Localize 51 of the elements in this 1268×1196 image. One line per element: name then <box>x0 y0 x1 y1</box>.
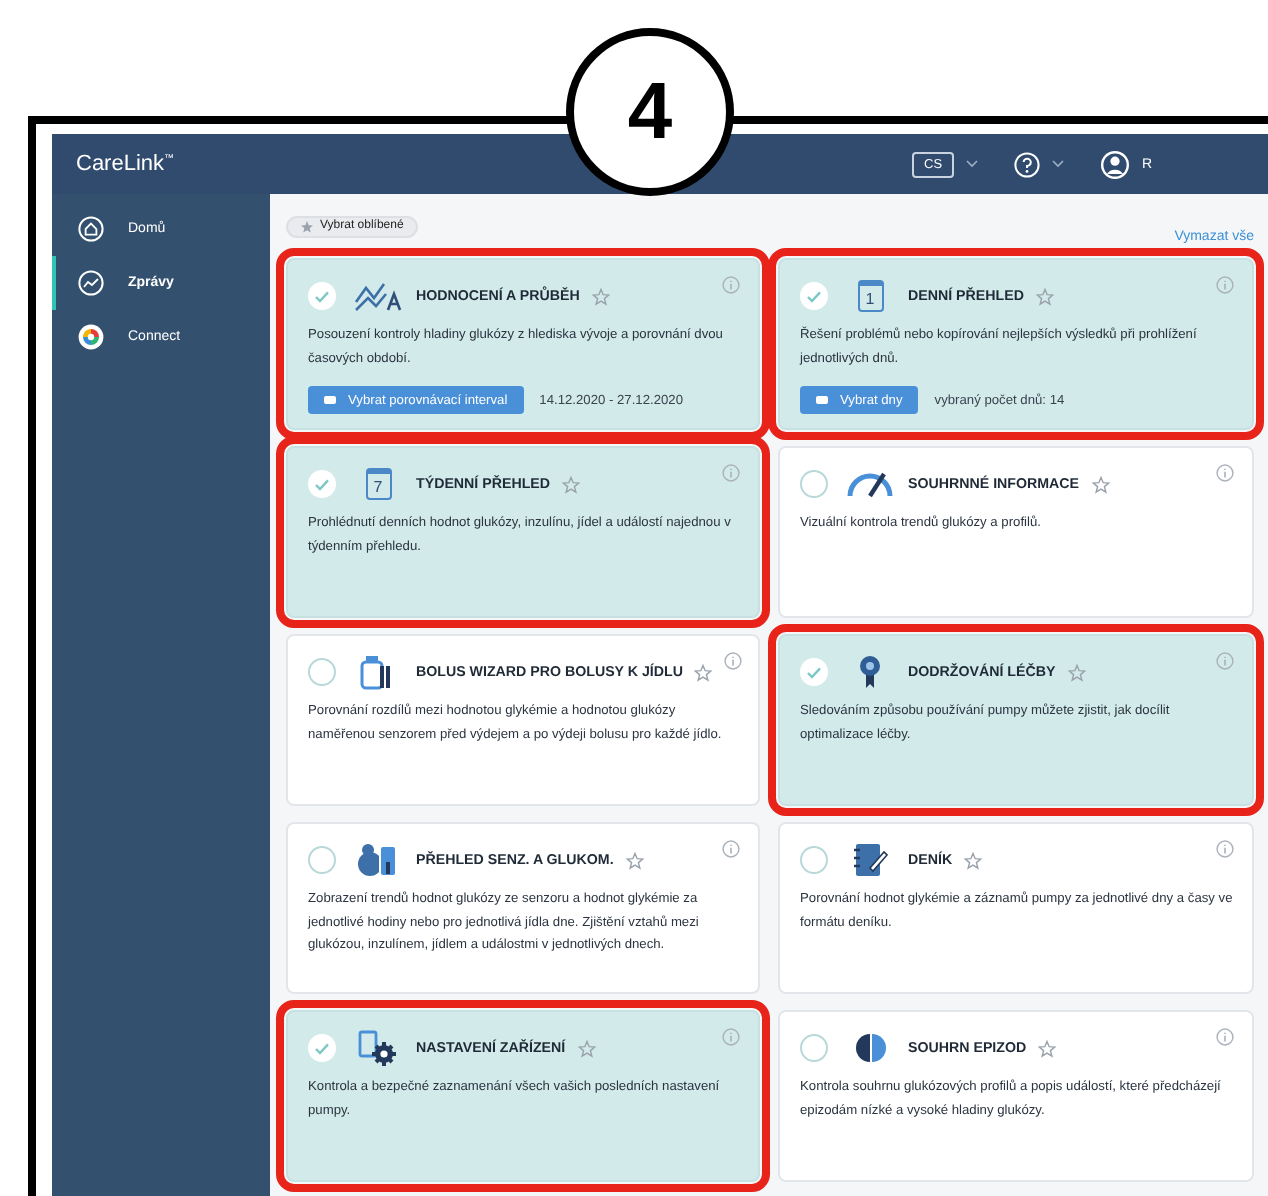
pump-icon <box>360 654 396 690</box>
star-icon[interactable] <box>625 851 644 869</box>
chevron-down-icon[interactable] <box>966 160 979 168</box>
star-icon <box>300 219 314 233</box>
info-icon[interactable] <box>722 276 740 294</box>
star-icon[interactable] <box>591 287 610 305</box>
check-icon <box>314 1041 330 1055</box>
info-icon[interactable] <box>1216 464 1234 482</box>
check-icon <box>314 477 330 491</box>
star-icon[interactable] <box>1067 663 1086 681</box>
info-icon[interactable] <box>1216 276 1234 294</box>
info-icon[interactable] <box>724 652 743 670</box>
select-checkbox[interactable] <box>800 846 828 874</box>
step-number-callout: 4 <box>566 28 734 196</box>
info-icon[interactable] <box>1216 652 1234 670</box>
sensor-icon <box>356 842 400 878</box>
gear-icon <box>358 1030 398 1066</box>
info-icon[interactable] <box>1216 1028 1234 1046</box>
star-icon[interactable] <box>964 851 983 869</box>
home-icon <box>78 216 104 242</box>
info-icon[interactable] <box>722 840 740 858</box>
chevron-down-icon[interactable] <box>1052 160 1065 168</box>
user-avatar-icon[interactable] <box>1100 149 1131 179</box>
star-icon[interactable] <box>1038 1039 1057 1057</box>
app-logo: CareLink$^{™}$ <box>76 152 175 176</box>
star-icon[interactable] <box>1035 287 1054 305</box>
info-icon[interactable] <box>722 464 740 482</box>
ribbon-icon <box>858 654 882 690</box>
check-icon <box>806 665 822 679</box>
star-icon[interactable] <box>1091 475 1110 493</box>
check-icon <box>314 289 330 303</box>
calendar-icon: 7 <box>365 468 391 500</box>
select-checkbox[interactable] <box>308 846 336 874</box>
check-icon <box>806 289 822 303</box>
select-checkbox[interactable] <box>308 658 336 686</box>
notebook-icon <box>852 842 888 878</box>
help-icon[interactable] <box>1014 151 1041 177</box>
trend-chart-icon <box>352 278 404 314</box>
star-icon[interactable] <box>562 475 581 493</box>
chart-icon <box>78 270 104 296</box>
star-icon[interactable] <box>577 1039 596 1057</box>
report-card[interactable] <box>286 822 760 994</box>
info-icon[interactable] <box>1216 840 1234 858</box>
half-circle-icon <box>854 1032 886 1064</box>
info-icon[interactable] <box>722 1028 740 1046</box>
gauge-icon <box>846 470 894 498</box>
select-checkbox[interactable] <box>800 470 828 498</box>
select-checkbox[interactable] <box>800 1034 828 1062</box>
calendar-icon: 1 <box>857 280 883 312</box>
star-icon[interactable] <box>694 663 713 681</box>
connect-icon <box>78 324 104 350</box>
